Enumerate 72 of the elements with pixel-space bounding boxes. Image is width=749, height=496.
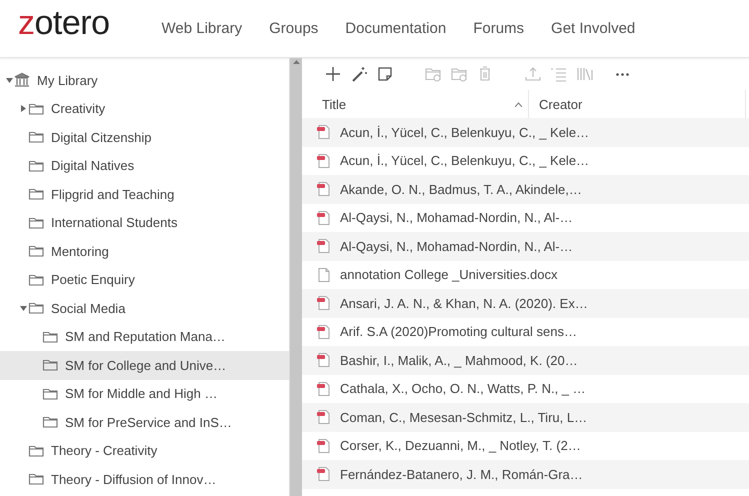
zotero-logo[interactable]: zotero (18, 4, 110, 43)
more-button[interactable] (616, 72, 629, 76)
library-tree-item[interactable]: SM for PreService and InS… (0, 408, 290, 436)
library-tree-item[interactable]: Creativity (0, 94, 290, 123)
note-button[interactable] (376, 65, 394, 83)
library-tree-item[interactable]: Theory - Diffusion of Innov… (0, 465, 290, 494)
sort-ascending-icon[interactable] (515, 102, 522, 106)
note-icon (376, 65, 394, 83)
document-icon (316, 266, 330, 283)
pdf-file-icon (316, 210, 330, 226)
folder-icon (28, 129, 44, 146)
folder-icon (42, 357, 58, 374)
pdf-file-icon (316, 238, 330, 254)
nav-link[interactable]: Documentation (345, 20, 446, 37)
pdf-file-icon (316, 324, 330, 340)
folder-icon (28, 471, 44, 488)
item-row[interactable]: Arif. S.A (2020)Promoting cultural sens… (302, 318, 749, 346)
item-row[interactable]: Acun, İ., Yücel, C., Belenkuyu, C., _ Kele… (302, 118, 749, 146)
library-tree-item[interactable]: SM and Reputation Mana… (0, 322, 290, 351)
library-tree-item[interactable]: Social Media (0, 294, 290, 322)
library-tree-item[interactable]: Poetic Enquiry (0, 266, 290, 294)
more-icon (616, 72, 629, 76)
library-tree-item[interactable]: Mentoring (0, 237, 290, 266)
library-tree-item[interactable]: SM for Middle and High … (0, 380, 290, 408)
item-row[interactable]: annotation College _Universities.docx (302, 260, 749, 289)
item-row[interactable]: Coman, C., Mesesan-Schmitz, L., Tiru, L… (302, 403, 749, 432)
pdf-file-icon (316, 438, 330, 454)
library-icon (576, 65, 594, 83)
scrollbar[interactable] (289, 58, 302, 496)
item-row[interactable]: Al-Qaysi, N., Mohamad-Nordin, N., Al-… (302, 204, 749, 232)
pdf-file-icon (316, 181, 330, 198)
collapse-arrow-icon[interactable] (6, 78, 12, 83)
nav-link[interactable]: Forums (473, 20, 524, 37)
collapse-arrow-icon[interactable] (20, 306, 26, 311)
item-row[interactable]: Acun, İ., Yücel, C., Belenkuyu, C., _ Kele… (302, 146, 749, 175)
item-row[interactable]: Corser, K., Dezuanni, M., _ Notley, T. (2… (302, 432, 749, 460)
scroll-up-icon (292, 60, 300, 64)
add-icon (324, 65, 342, 83)
item-row[interactable]: Akande, O. N., Badmus, T. A., Akindele,… (302, 175, 749, 204)
pdf-file-icon (316, 380, 330, 397)
folder-icon (28, 243, 44, 260)
library-icon (14, 72, 30, 88)
nav-link[interactable]: Get Involved (551, 20, 636, 37)
library-tree-item[interactable]: Digital Natives (0, 152, 290, 180)
wand-icon (350, 65, 368, 83)
item-row[interactable]: Bashir, I., Malik, A., _ Mahmood, K. (20… (302, 346, 749, 374)
nav-link[interactable]: Groups (269, 20, 318, 37)
pdf-file-icon (316, 352, 330, 368)
library-tree-item[interactable]: International Students (0, 208, 290, 237)
folder-icon (28, 186, 44, 202)
folder-icon (28, 300, 44, 316)
pdf-file-icon (316, 124, 330, 140)
library-tree-item[interactable]: SM for College and Unive… (0, 351, 290, 380)
pdf-file-icon (316, 295, 330, 312)
nav-link[interactable]: Web Library (162, 20, 242, 37)
item-row[interactable]: Fernández-Batanero, J. M., Román-Gra… (302, 460, 749, 488)
list-icon (550, 65, 568, 83)
pdf-file-icon (316, 152, 330, 169)
pdf-file-icon (316, 409, 330, 426)
item-row[interactable]: Cathala, X., Ocho, O. N., Watts, P. N., _ … (302, 374, 749, 403)
item-row[interactable]: Al-Qaysi, N., Mohamad-Nordin, N., Al-… (302, 232, 749, 260)
item-row[interactable]: Ansari, J. A. N., & Khan, N. A. (2020). Ex… (302, 289, 749, 318)
upload-icon (524, 65, 542, 83)
library-tree-item[interactable]: Theory - Creativity (0, 436, 290, 465)
wand-button[interactable] (350, 65, 368, 83)
library-tree-item[interactable]: My Library (0, 66, 290, 94)
library-tree-item[interactable]: Digital Citzenship (0, 123, 290, 152)
folder-icon (42, 414, 58, 430)
pdf-file-icon (316, 466, 330, 482)
expand-arrow-icon[interactable] (20, 105, 26, 112)
library-tree-item[interactable]: Flipgrid and Teaching (0, 180, 290, 208)
add-button[interactable] (324, 65, 342, 83)
